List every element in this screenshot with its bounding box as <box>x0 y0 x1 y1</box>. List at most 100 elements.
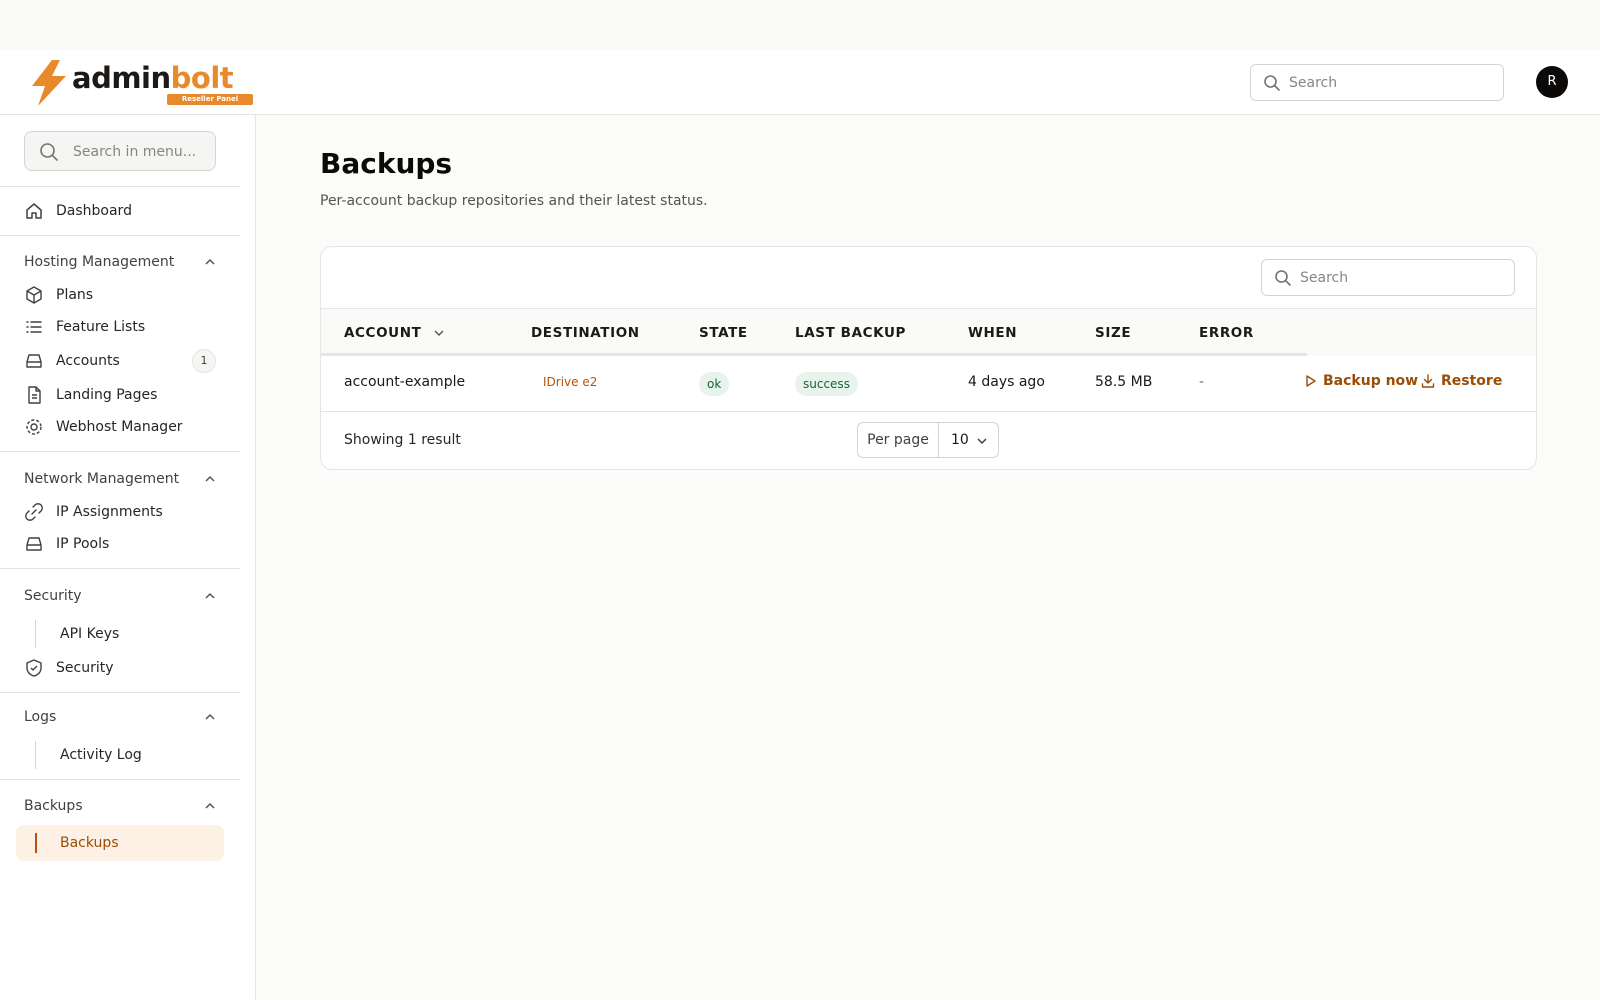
menu-search[interactable] <box>24 131 216 171</box>
column-header-state: STATE <box>699 325 748 341</box>
sub-item-line <box>35 620 36 648</box>
sidebar-item-label: Feature Lists <box>56 319 146 335</box>
group-title-label: Hosting Management <box>24 254 175 270</box>
sidebar-divider <box>0 692 240 693</box>
document-icon <box>24 385 44 405</box>
home-icon <box>24 201 44 221</box>
page-title: Backups <box>320 147 453 180</box>
sidebar-divider <box>0 779 240 780</box>
list-icon <box>24 317 44 337</box>
column-header-size: SIZE <box>1095 325 1132 341</box>
sidebar-divider <box>0 186 240 187</box>
page-subtitle: Per-account backup repositories and thei… <box>320 193 708 209</box>
backup-now-button[interactable]: Backup now <box>1305 373 1418 389</box>
logo-badge: Reseller Panel <box>167 94 253 105</box>
chevron-up-icon <box>205 592 215 599</box>
gear-icon <box>24 417 44 437</box>
play-icon <box>1306 375 1316 387</box>
restore-label: Restore <box>1441 373 1503 389</box>
sidebar-item-ip-assignments[interactable]: IP Assignments <box>24 500 224 524</box>
sidebar-item-label: Landing Pages <box>56 387 158 403</box>
group-logs[interactable]: Logs <box>24 706 216 728</box>
sidebar-item-accounts[interactable]: Accounts 1 <box>24 349 224 373</box>
sidebar-divider <box>0 568 240 569</box>
sidebar-item-api-keys[interactable]: API Keys <box>60 622 119 646</box>
group-backups[interactable]: Backups <box>24 795 216 817</box>
column-header-destination: DESTINATION <box>531 325 640 341</box>
logo-wordmark: adminbolt <box>72 61 234 95</box>
chevron-up-icon <box>205 258 215 265</box>
sidebar-item-activity-log[interactable]: Activity Log <box>60 743 142 767</box>
accounts-count-badge: 1 <box>192 349 216 373</box>
sidebar-item-label: Plans <box>56 287 94 303</box>
bolt-logo-icon <box>32 60 66 106</box>
group-title-label: Security <box>24 588 82 604</box>
download-icon <box>1421 374 1435 388</box>
search-icon <box>1264 75 1280 91</box>
logo[interactable]: adminbolt Reseller Panel <box>30 60 253 106</box>
sidebar-item-webhost-manager[interactable]: Webhost Manager <box>24 415 224 439</box>
cell-account: account-example <box>344 374 466 390</box>
table-search-input[interactable] <box>1300 266 1500 290</box>
cell-destination: IDrive e2 <box>543 375 598 389</box>
state-badge: ok <box>699 372 730 396</box>
sidebar-item-label: Webhost Manager <box>56 419 183 435</box>
group-security[interactable]: Security <box>24 585 216 607</box>
sidebar-item-security[interactable]: Security <box>24 656 224 680</box>
sidebar-item-label: Security <box>56 660 114 676</box>
hard-drive-icon <box>24 351 44 371</box>
chevron-down-icon <box>434 330 444 336</box>
chevron-up-icon <box>205 713 215 720</box>
group-title-label: Logs <box>24 709 57 725</box>
sidebar-item-dashboard[interactable]: Dashboard <box>24 199 224 223</box>
per-page-control: Per page 10 <box>857 422 999 458</box>
search-icon <box>1275 270 1291 286</box>
top-strip <box>0 0 1600 50</box>
hard-drive-icon <box>24 534 44 554</box>
logo-text-bolt: bolt <box>170 61 234 95</box>
cube-icon <box>24 285 44 305</box>
sidebar: Dashboard Hosting Management Plans Featu… <box>0 115 256 1000</box>
sidebar-item-landing-pages[interactable]: Landing Pages <box>24 383 224 407</box>
sidebar-item-ip-pools[interactable]: IP Pools <box>24 532 224 556</box>
shield-check-icon <box>24 658 44 678</box>
sidebar-item-label: Dashboard <box>56 203 132 219</box>
chevron-up-icon <box>205 802 215 809</box>
chevron-down-icon <box>977 438 987 445</box>
sidebar-item-label: Activity Log <box>60 747 142 763</box>
cell-when: 4 days ago <box>968 374 1045 390</box>
results-count: Showing 1 result <box>344 432 461 448</box>
link-icon <box>24 502 44 522</box>
app-header: adminbolt Reseller Panel R <box>0 50 1600 115</box>
last-backup-badge: success <box>795 372 858 396</box>
table-header: ACCOUNT DESTINATION STATE LAST BACKUP WH… <box>321 308 1536 356</box>
column-header-error: ERROR <box>1199 325 1254 341</box>
sidebar-item-label: API Keys <box>60 626 120 642</box>
group-hosting-management[interactable]: Hosting Management <box>24 251 216 273</box>
sub-item-line <box>35 741 36 769</box>
column-header-label: ACCOUNT <box>344 325 422 341</box>
column-header-account[interactable]: ACCOUNT <box>344 325 445 341</box>
logo-text-admin: admin <box>72 61 171 95</box>
active-item-highlight <box>16 825 224 861</box>
chevron-up-icon <box>205 475 215 482</box>
global-search-input[interactable] <box>1289 71 1489 95</box>
sidebar-item-plans[interactable]: Plans <box>24 283 224 307</box>
sidebar-divider <box>0 451 240 452</box>
sidebar-item-label: IP Assignments <box>56 504 163 520</box>
user-avatar[interactable]: R <box>1536 66 1568 98</box>
global-search[interactable] <box>1250 64 1504 101</box>
restore-button[interactable]: Restore <box>1421 373 1502 389</box>
sidebar-item-backups[interactable]: Backups <box>60 831 119 855</box>
sidebar-item-feature-lists[interactable]: Feature Lists <box>24 315 224 339</box>
sidebar-item-label: IP Pools <box>56 536 110 552</box>
menu-search-input[interactable] <box>73 140 213 164</box>
per-page-select[interactable]: 10 <box>939 423 998 457</box>
table-row: account-example IDrive e2 ok success 4 d… <box>321 356 1536 412</box>
cell-error: - <box>1199 374 1205 390</box>
group-network-management[interactable]: Network Management <box>24 468 216 490</box>
table-search[interactable] <box>1261 259 1515 296</box>
backups-table-card: ACCOUNT DESTINATION STATE LAST BACKUP WH… <box>320 246 1537 470</box>
column-header-last-backup: LAST BACKUP <box>795 325 907 341</box>
active-item-indicator <box>35 833 37 853</box>
